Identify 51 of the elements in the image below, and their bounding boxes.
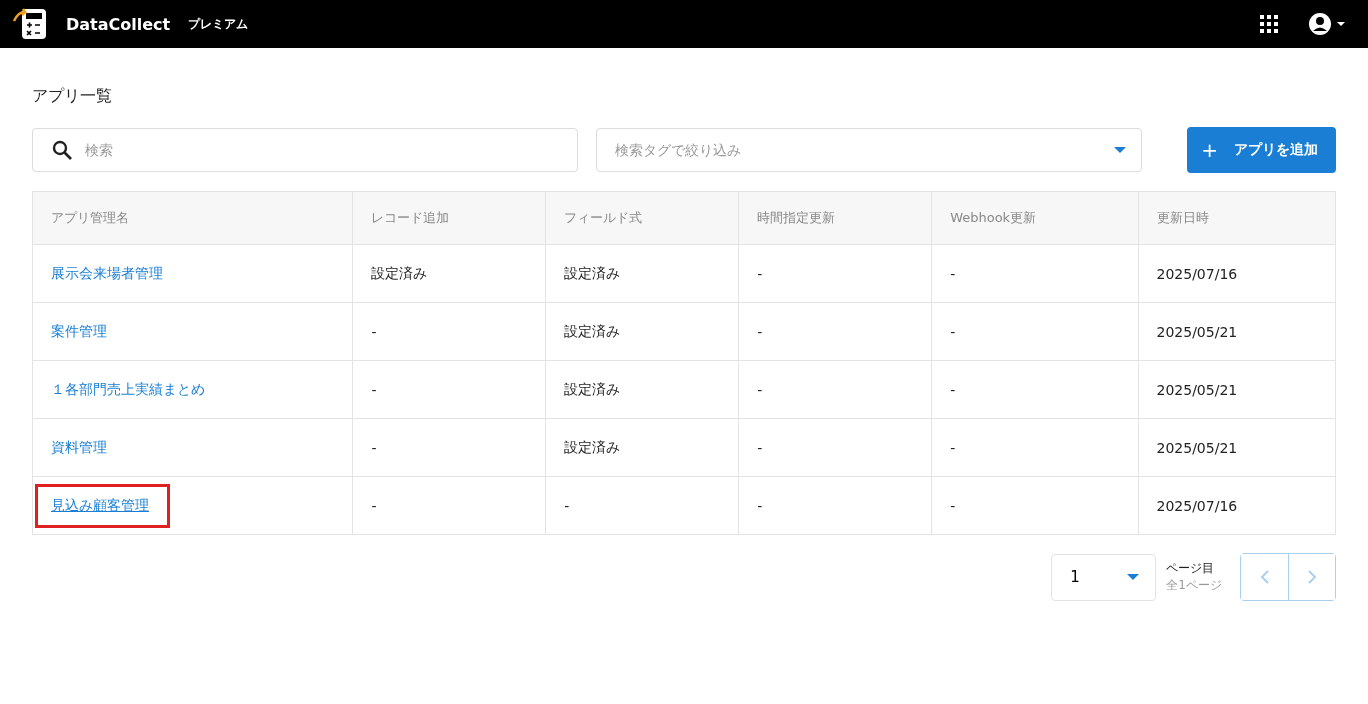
table-cell: -	[931, 302, 1138, 361]
table-cell: -	[738, 244, 932, 303]
table-cell: -	[931, 418, 1138, 477]
tag-filter-dropdown[interactable]: 検索タグで絞り込み	[596, 128, 1142, 172]
table-cell: -	[352, 302, 546, 361]
app-name-link[interactable]: 案件管理	[51, 322, 107, 339]
table-cell: 設定済み	[545, 418, 739, 477]
page-select[interactable]: 1	[1051, 553, 1157, 601]
table-cell: -	[352, 476, 546, 535]
chevron-right-icon	[1307, 570, 1317, 584]
plan-label: プレミアム	[188, 15, 249, 33]
table-cell: 設定済み	[545, 360, 739, 419]
column-header: Webhook更新	[931, 191, 1138, 245]
column-header: フィールド式	[545, 191, 739, 245]
table-cell: -	[738, 302, 932, 361]
table-cell: -	[738, 418, 932, 477]
search-icon	[52, 140, 72, 160]
brand-name: DataCollect	[66, 14, 171, 34]
column-header: レコード追加	[352, 191, 546, 245]
table-cell: -	[738, 476, 932, 535]
table-cell: 2025/05/21	[1138, 360, 1336, 419]
add-app-button[interactable]: + アプリを追加	[1187, 127, 1336, 173]
table-cell: -	[352, 360, 546, 419]
table-cell: 設定済み	[352, 244, 546, 303]
table-cell: -	[545, 476, 739, 535]
chevron-left-icon	[1259, 570, 1270, 584]
page-title: アプリ一覧	[32, 86, 113, 107]
column-header: 時間指定更新	[738, 191, 932, 245]
table-cell: 設定済み	[545, 302, 739, 361]
app-name-link[interactable]: 資料管理	[51, 438, 107, 455]
column-header: 更新日時	[1138, 191, 1336, 245]
table-cell: 2025/05/21	[1138, 418, 1336, 477]
app-name-link[interactable]: 展示会来場者管理	[51, 264, 163, 281]
page-label: ページ目	[1166, 560, 1216, 577]
table-cell: 2025/05/21	[1138, 302, 1336, 361]
total-pages: 全1ページ	[1166, 577, 1222, 594]
table-cell: -	[738, 360, 932, 419]
table-cell: 設定済み	[545, 244, 739, 303]
calculator-logo-icon	[12, 7, 48, 41]
caret-icon	[1127, 574, 1140, 580]
table-cell: -	[931, 476, 1138, 535]
app-name-link[interactable]: １各部門売上実績まとめ	[51, 380, 205, 397]
caret-icon	[1114, 147, 1126, 153]
apps-grid-icon[interactable]	[1260, 15, 1278, 33]
table-cell: 2025/07/16	[1138, 476, 1336, 535]
table-cell: 2025/07/16	[1138, 244, 1336, 303]
column-header: アプリ管理名	[32, 191, 353, 245]
table-cell: -	[931, 244, 1138, 303]
table-cell: -	[931, 360, 1138, 419]
search-field[interactable]: 検索	[32, 128, 578, 172]
table-cell: -	[352, 418, 546, 477]
